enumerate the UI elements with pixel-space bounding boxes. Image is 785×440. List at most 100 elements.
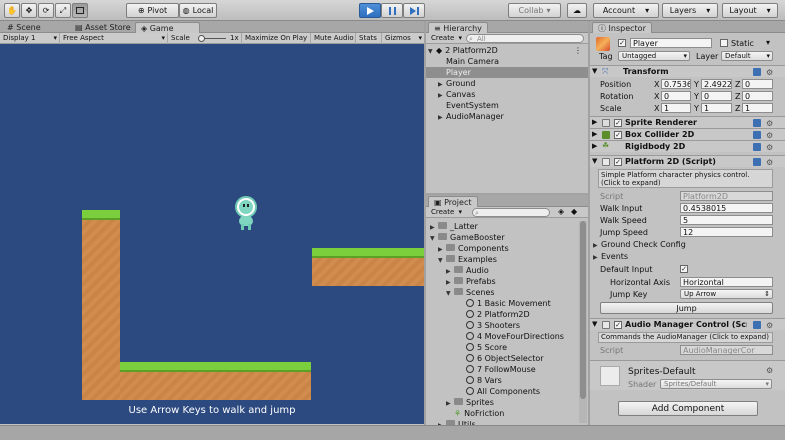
mute-audio-toggle[interactable]: Mute Audio (311, 33, 356, 44)
rigidbody-header[interactable]: ▶ ☘ Rigidbody 2D ⚙ (590, 140, 785, 152)
project-asset-nofriction[interactable]: ⚘ NoFriction (426, 408, 588, 419)
gear-icon[interactable]: ⚙ (766, 68, 773, 77)
help-icon[interactable] (753, 119, 761, 127)
audio-script-field[interactable]: AudioManagerCor (680, 345, 773, 355)
add-component-button[interactable]: Add Component (618, 401, 758, 416)
layer-dropdown[interactable]: Default ▾ (721, 51, 773, 61)
gear-icon[interactable]: ⚙ (766, 158, 773, 167)
hierarchy-item-eventsystem[interactable]: EventSystem (426, 100, 588, 111)
project-scene-followmouse[interactable]: 7 FollowMouse (426, 364, 588, 375)
account-dropdown[interactable]: Account ▾ (593, 3, 659, 18)
layers-dropdown[interactable]: Layers ▾ (662, 3, 718, 18)
audio-manager-description[interactable]: Commands the AudioManager (Click to expa… (598, 332, 773, 343)
move-tool-button[interactable]: ✥ (21, 3, 37, 18)
jump-speed-field[interactable]: 12 (680, 227, 773, 237)
project-scene-all-components[interactable]: All Components (426, 386, 588, 397)
platform2d-description[interactable]: Simple Platform character physics contro… (598, 169, 773, 188)
box-collider-enabled-checkbox[interactable]: ✓ (614, 131, 622, 139)
ground-check-foldout[interactable]: ▶ Ground Check Config (590, 239, 785, 250)
project-scene-vars[interactable]: 8 Vars (426, 375, 588, 386)
hierarchy-item-main-camera[interactable]: Main Camera (426, 56, 588, 67)
project-search-input[interactable]: ⌕ (472, 208, 550, 217)
help-icon[interactable] (753, 158, 761, 166)
cloud-button[interactable]: ☁ (567, 3, 587, 18)
static-dropdown-icon[interactable]: ▾ (766, 38, 770, 47)
project-folder-examples[interactable]: ▼ Examples (426, 254, 588, 265)
project-folder-audio[interactable]: ▶ Audio (426, 265, 588, 276)
rect-tool-button[interactable] (72, 3, 88, 18)
help-icon[interactable] (753, 68, 761, 76)
box-collider-header[interactable]: ▶ ✓ Box Collider 2D ⚙ (590, 128, 785, 140)
position-x-field[interactable]: 0.7536 (661, 79, 691, 89)
game-viewport[interactable]: Use Arrow Keys to walk and jump (0, 44, 424, 424)
events-foldout[interactable]: ▶ Events (590, 251, 785, 262)
rotate-tool-button[interactable]: ⟳ (38, 3, 54, 18)
project-scrollbar-thumb[interactable] (580, 221, 586, 399)
rotation-y-field[interactable]: 0 (701, 91, 732, 101)
sprite-renderer-enabled-checkbox[interactable]: ✓ (614, 119, 622, 127)
project-scene-basic-movement[interactable]: 1 Basic Movement (426, 298, 588, 309)
script-field[interactable]: Platform2D (680, 191, 773, 201)
active-checkbox[interactable]: ✓ (618, 39, 626, 47)
pause-button[interactable] (381, 3, 403, 18)
hierarchy-item-player[interactable]: Player (426, 67, 588, 78)
project-scene-movefourdirections[interactable]: 4 MoveFourDirections (426, 331, 588, 342)
hierarchy-create-dropdown[interactable]: Create (428, 33, 464, 44)
aspect-dropdown[interactable]: Free Aspect (60, 33, 168, 44)
maximize-on-play-toggle[interactable]: Maximize On Play (242, 33, 311, 44)
tab-hierarchy[interactable]: ≡ Hierarchy (428, 22, 488, 33)
display-dropdown[interactable]: Display 1 (0, 33, 60, 44)
hand-tool-button[interactable]: ✋ (4, 3, 20, 18)
tab-inspector[interactable]: ⓘ Inspector (592, 22, 652, 33)
hierarchy-scene-row[interactable]: ▼ ◆ 2 Platform2D ⋮ (426, 45, 588, 56)
project-scene-objectselector[interactable]: 6 ObjectSelector (426, 353, 588, 364)
walk-input-field[interactable]: 0.4538015 (680, 203, 773, 213)
gear-icon[interactable]: ⚙ (766, 119, 773, 128)
jump-key-dropdown[interactable]: Up Arrow ⇕ (680, 289, 773, 299)
project-folder-gamebooster[interactable]: ▼ GameBooster (426, 232, 588, 243)
hierarchy-search-input[interactable]: ⌕ All (466, 34, 584, 43)
object-name-field[interactable]: Player (630, 38, 712, 48)
scale-x-field[interactable]: 1 (661, 103, 691, 113)
hierarchy-item-audiomanager[interactable]: ▶ AudioManager (426, 111, 588, 122)
hierarchy-item-ground[interactable]: ▶ Ground (426, 78, 588, 89)
scale-knob[interactable] (198, 35, 205, 42)
project-folder-components[interactable]: ▶ Components (426, 243, 588, 254)
jump-button[interactable]: Jump (600, 302, 773, 314)
help-icon[interactable] (753, 131, 761, 139)
gear-icon[interactable]: ⚙ (766, 131, 773, 140)
step-button[interactable] (403, 3, 425, 18)
platform2d-header[interactable]: ▼ ✓ Platform 2D (Script) ⚙ (590, 155, 785, 167)
scale-y-field[interactable]: 1 (701, 103, 732, 113)
project-scene-shooters[interactable]: 3 Shooters (426, 320, 588, 331)
help-icon[interactable] (753, 143, 761, 151)
project-scene-platform2d[interactable]: 2 Platform2D (426, 309, 588, 320)
collab-button[interactable]: Collab ▾ (508, 3, 561, 18)
project-scrollbar[interactable] (579, 221, 587, 423)
tab-scene[interactable]: # Scene (2, 22, 46, 33)
local-toggle[interactable]: ◍ Local (179, 3, 217, 18)
transform-header[interactable]: ▼ ⤧ Transform ⚙ (590, 65, 785, 77)
tag-dropdown[interactable]: Untagged ▾ (618, 51, 690, 61)
static-checkbox[interactable] (720, 39, 728, 47)
position-z-field[interactable]: 0 (742, 79, 773, 89)
gear-icon[interactable]: ⚙ (766, 321, 773, 330)
filter-by-type-icon[interactable]: ◈ (558, 207, 564, 216)
walk-speed-field[interactable]: 5 (680, 215, 773, 225)
gear-icon[interactable]: ⚙ (766, 143, 773, 152)
hierarchy-item-canvas[interactable]: ▶ Canvas (426, 89, 588, 100)
scale-slider[interactable]: Scale 1x (168, 33, 242, 44)
audio-manager-enabled-checkbox[interactable]: ✓ (614, 321, 622, 329)
hierarchy-scene-menu-icon[interactable]: ⋮ (574, 45, 582, 56)
play-button[interactable] (359, 3, 381, 18)
tab-game[interactable]: ◈ Game (135, 22, 200, 33)
tab-project[interactable]: ▣ Project (428, 196, 478, 207)
platform2d-enabled-checkbox[interactable]: ✓ (614, 158, 622, 166)
horizontal-axis-field[interactable]: Horizontal (680, 277, 773, 287)
project-folder-sprites[interactable]: ▶ Sprites (426, 397, 588, 408)
layout-dropdown[interactable]: Layout ▾ (722, 3, 778, 18)
project-scene-score[interactable]: 5 Score (426, 342, 588, 353)
scale-z-field[interactable]: 1 (742, 103, 773, 113)
project-create-dropdown[interactable]: Create (428, 207, 464, 218)
rotation-z-field[interactable]: 0 (742, 91, 773, 101)
